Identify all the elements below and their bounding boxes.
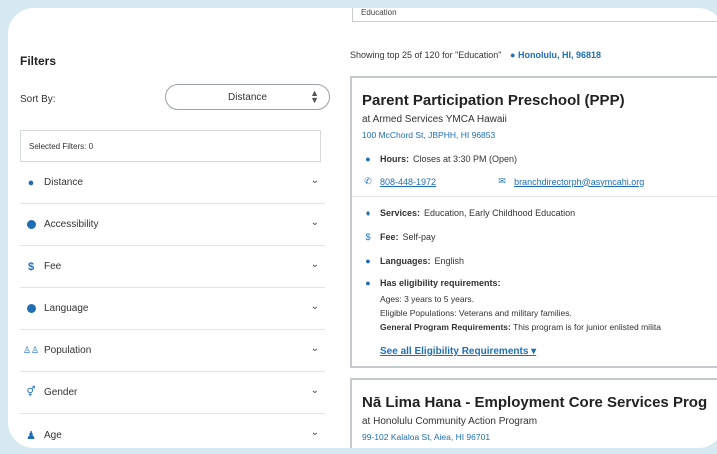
general-requirements: General Program Requirements: This progr… [380,322,661,332]
sort-by-label: Sort By: [20,94,56,105]
filter-age[interactable]: ♟ Age ⌄ [20,414,325,448]
location-text: Honolulu, HI, 96818 [517,50,601,60]
filter-label: Fee [44,261,62,272]
fee-label: Fee: [380,232,399,242]
eligibility-label: Has eligibility requirements: [380,278,501,288]
people-icon: ♙♙ [22,345,40,355]
languages-line: ● Languages: English [362,256,464,266]
card-address[interactable]: 99-102 Kalaloa St, Aiea, HI 96701 [362,432,490,442]
services-label: Services: [380,208,421,218]
hours-label: Hours: [380,154,409,164]
search-value: Education [361,8,397,17]
showing-text: Showing top 25 of 120 for "Education" [350,50,502,60]
sort-by-select[interactable]: Distance ▲ ▼ [165,84,330,110]
result-card[interactable]: Parent Participation Preschool (PPP) at … [350,76,717,368]
card-title[interactable]: Parent Participation Preschool (PPP) [362,92,625,109]
card-org: at Armed Services YMCA Hawaii [362,114,507,125]
general-value: This program is for junior enlisted mili… [513,322,661,332]
filter-gender[interactable]: ⚥ Gender ⌄ [20,372,325,414]
location-pin-icon: ● [510,50,516,60]
result-card[interactable]: Nā Lima Hana - Employment Core Services … [350,378,717,448]
clock-icon: ● [365,154,371,164]
fee-value: Self-pay [402,232,436,242]
filter-label: Population [44,345,92,356]
globe-icon [24,304,38,313]
accessibility-icon [24,220,38,229]
filters-title: Filters [20,54,57,68]
person-age-icon: ♟ [26,429,36,442]
card-title[interactable]: Nā Lima Hana - Employment Core Services … [362,394,707,411]
contact-line: ✆ 808-448-1972 ✉ branchdirectorph@asymca… [362,176,644,187]
filter-label: Distance [44,177,83,188]
gender-icon: ⚥ [26,387,36,398]
location-link[interactable]: ● Honolulu, HI, 96818 [510,50,601,60]
filter-population[interactable]: ♙♙ Population ⌄ [20,330,325,372]
filter-fee[interactable]: $ Fee ⌄ [20,246,325,288]
languages-label: Languages: [380,256,431,266]
chevron-down-icon: ⌄ [310,385,319,396]
card-org: at Honolulu Community Action Program [362,416,538,427]
content-panel: Filters Sort By: Distance ▲ ▼ Selected Fi… [8,8,717,448]
dollar-icon: $ [27,260,35,273]
filter-label: Language [44,303,89,314]
chevron-down-icon: ⌄ [310,217,319,228]
filter-label: Accessibility [44,219,99,230]
filter-label: Gender [44,387,78,398]
chevron-down-icon: ⌄ [310,427,319,438]
chevron-down-icon: ⌄ [310,301,319,312]
filter-label: Age [44,429,62,441]
results-column: Education Showing top 25 of 120 for "Edu… [348,8,717,448]
divider [352,196,717,197]
services-line: ♦ Services: Education, Early Childhood E… [362,208,575,218]
email-link[interactable]: branchdirectorph@asymcahi.org [514,177,644,187]
selected-filters-box: Selected Filters: 0 [20,130,321,162]
general-label: General Program Requirements: [380,322,511,332]
select-arrows-icon: ▲ ▼ [310,88,319,105]
filter-accessibility[interactable]: Accessibility ⌄ [20,204,325,246]
tag-icon: ♦ [365,208,371,218]
hours-value: Closes at 3:30 PM (Open) [413,154,518,164]
eligibility-ages: Ages: 3 years to 5 years. [380,294,475,304]
chevron-down-icon: ⌄ [310,343,319,354]
see-all-eligibility-link[interactable]: See all Eligibility Requirements ▾ [380,346,536,357]
chevron-down-icon: ⌄ [310,259,319,270]
filters-sidebar: Filters Sort By: Distance ▲ ▼ Selected Fi… [20,8,340,448]
results-summary: Showing top 25 of 120 for "Education" ● … [350,50,601,60]
phone-icon: ✆ [364,176,372,186]
email-icon: ✉ [498,176,506,186]
selected-filters-label: Selected Filters: 0 [29,142,94,151]
sort-by-value: Distance [228,91,267,103]
eligibility-populations: Eligible Populations: Veterans and milit… [380,308,572,318]
eligibility-line: ● Has eligibility requirements: [362,278,505,288]
dollar-icon: $ [365,232,371,242]
fee-line: $ Fee: Self-pay [362,232,436,242]
caret-down-icon: ▾ [531,346,537,357]
globe-icon: ● [365,256,371,266]
location-pin-icon: ● [27,176,35,189]
see-all-label: See all Eligibility Requirements [380,346,529,357]
info-icon: ● [365,278,371,288]
hours-line: ● Hours: Closes at 3:30 PM (Open) [362,154,517,164]
services-value: Education, Early Childhood Education [424,208,576,218]
chevron-down-icon: ⌄ [310,175,319,186]
background-frame: Filters Sort By: Distance ▲ ▼ Selected Fi… [0,0,717,454]
card-address[interactable]: 100 McChord St, JBPHH, HI 96853 [362,130,495,140]
search-input[interactable]: Education [352,8,717,22]
languages-value: English [434,256,465,266]
phone-link[interactable]: 808-448-1972 [380,177,436,187]
filter-language[interactable]: Language ⌄ [20,288,325,330]
filter-distance[interactable]: ● Distance ⌄ [20,162,325,204]
